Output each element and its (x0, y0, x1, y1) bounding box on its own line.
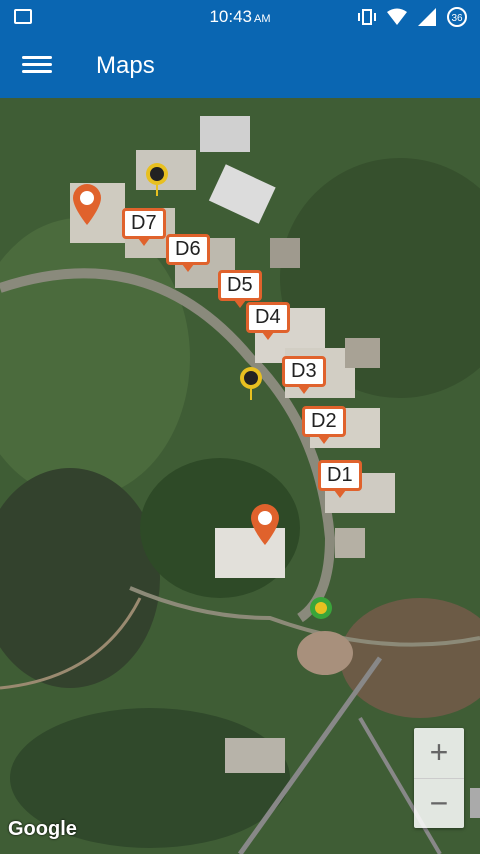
food-marker-icon[interactable] (145, 162, 169, 196)
marker-label[interactable]: D3 (282, 356, 326, 394)
zoom-in-button[interactable]: + (414, 728, 464, 778)
page-title: Maps (96, 52, 155, 79)
zoom-out-button[interactable]: − (414, 779, 464, 828)
signal-icon (418, 8, 436, 26)
app-bar: Maps (0, 34, 480, 98)
map-pin-icon[interactable] (72, 184, 102, 226)
vibrate-icon (358, 9, 376, 25)
marker-label[interactable]: D1 (318, 460, 362, 498)
zoom-controls: + − (414, 728, 464, 828)
marker-label[interactable]: D2 (302, 406, 346, 444)
marker-label[interactable]: D5 (218, 270, 262, 308)
battery-badge-icon: 36 (447, 7, 467, 27)
wifi-icon (387, 8, 407, 25)
google-attribution: Google (8, 818, 77, 840)
marker-label[interactable]: D4 (246, 302, 290, 340)
status-bar: 10:43 AM 36 (0, 0, 480, 34)
food-marker-icon[interactable] (239, 366, 263, 400)
map-pin-icon[interactable] (250, 504, 280, 546)
status-icons: 36 (358, 6, 468, 28)
landmark-marker-icon[interactable] (306, 596, 336, 620)
svg-text:36: 36 (451, 13, 463, 24)
marker-label[interactable]: D7 (122, 208, 166, 246)
map-view[interactable]: D7 D6 D5 D4 D3 D2 D1 Google (0, 98, 480, 854)
menu-button[interactable] (22, 52, 52, 78)
marker-label[interactable]: D6 (166, 234, 210, 272)
